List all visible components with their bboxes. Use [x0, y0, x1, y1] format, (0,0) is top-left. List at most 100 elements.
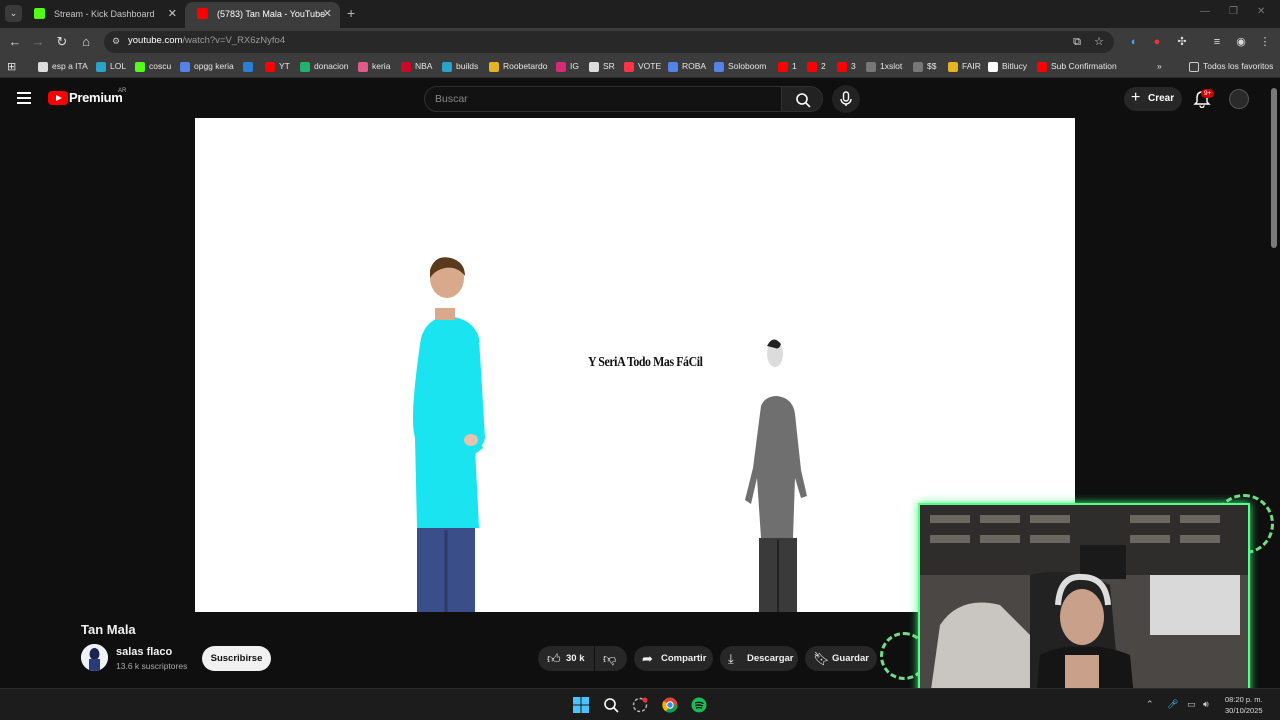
channel-name[interactable]: salas flaco	[116, 646, 172, 658]
bookmark-item[interactable]: YT	[265, 61, 290, 72]
bookmark-label: SR	[603, 61, 615, 71]
address-bar[interactable]: ⚙ youtube.com/watch?v=V_RX6zNyfo4 ⧉ ☆	[104, 31, 1114, 53]
bookmark-item[interactable]: keria	[358, 61, 390, 72]
reload-icon[interactable]: ↻	[54, 34, 70, 50]
bookmarks-overflow-icon[interactable]: »	[1157, 61, 1162, 71]
media-queue-icon[interactable]: ≡	[1210, 35, 1224, 49]
dislike-button[interactable]: 👎︎	[595, 646, 627, 671]
guide-menu-icon[interactable]	[17, 92, 31, 104]
bookmark-item[interactable]: 1	[778, 61, 797, 72]
tray-mic-icon[interactable]: 🎤︎	[1167, 699, 1178, 710]
bookmark-item[interactable]: 3	[837, 61, 856, 72]
bookmark-item[interactable]: ROBA	[668, 61, 706, 72]
chrome-icon[interactable]	[662, 697, 678, 713]
kick-favicon-icon	[34, 8, 45, 19]
back-arrow-icon[interactable]: ←	[7, 34, 23, 50]
download-icon: ⤓	[728, 651, 734, 666]
windows-start-icon[interactable]	[573, 697, 589, 713]
bookmark-item[interactable]: SR	[589, 61, 615, 72]
like-button[interactable]: 👍︎ 30 k	[538, 646, 594, 671]
extension-audio-icon[interactable]: ◖	[1126, 35, 1140, 49]
tray-volume-icon[interactable]: 🔊︎	[1203, 699, 1209, 710]
apps-grid-icon[interactable]: ⊞	[7, 60, 16, 73]
bookmark-item[interactable]: 2	[807, 61, 826, 72]
bookmark-star-icon[interactable]: ☆	[1092, 35, 1106, 49]
home-icon[interactable]: ⌂	[78, 34, 94, 50]
tab-kick-dashboard[interactable]: Stream - Kick Dashboard ✕	[22, 2, 185, 28]
subscribe-button[interactable]: Suscribirse	[202, 646, 271, 671]
site-info-icon[interactable]: ⚙	[112, 36, 124, 48]
bookmark-item[interactable]: NBA	[401, 61, 432, 72]
bookmark-favicon-icon	[265, 62, 275, 72]
extensions-puzzle-icon[interactable]: ✣	[1175, 35, 1189, 49]
bookmark-label: 3	[851, 61, 856, 71]
youtube-logo-icon[interactable]	[48, 91, 68, 105]
microphone-icon	[840, 91, 852, 106]
bookmark-label: $$	[927, 61, 937, 71]
country-code: AR	[118, 88, 127, 94]
thumbs-up-icon: 👍︎	[547, 651, 561, 666]
bookmark-label: opgg keria	[194, 61, 234, 71]
bookmark-item[interactable]: $$	[913, 61, 937, 72]
taskbar-app-icon[interactable]	[632, 697, 648, 713]
extension-red-icon[interactable]: ●	[1150, 35, 1164, 49]
bookmark-item[interactable]: VOTE	[624, 61, 662, 72]
bookmark-item[interactable]: esp a ITA	[38, 61, 88, 72]
bookmark-label: VOTE	[638, 61, 662, 71]
bookmark-item[interactable]: Sub Confirmation	[1037, 61, 1117, 72]
bookmark-favicon-icon	[243, 62, 253, 72]
tray-network-icon[interactable]: ▭	[1187, 699, 1196, 710]
voice-search-button[interactable]	[832, 85, 860, 113]
spotify-icon[interactable]	[691, 697, 707, 713]
maximize-icon[interactable]: ❐	[1229, 6, 1238, 17]
search-input[interactable]: Buscar	[424, 86, 782, 112]
page-scrollbar[interactable]	[1271, 88, 1277, 248]
bookmark-item[interactable]: Soloboom	[714, 61, 766, 72]
create-button[interactable]: + Crear	[1124, 87, 1182, 111]
bookmark-item[interactable]: FAIR	[948, 61, 981, 72]
taskbar-search-icon[interactable]	[603, 697, 619, 713]
tray-overflow-icon[interactable]: ⌃	[1146, 699, 1154, 710]
more-menu-icon[interactable]: ⋮	[1258, 35, 1272, 49]
bookmark-item[interactable]: IG	[556, 61, 579, 72]
new-tab-button[interactable]: +	[347, 5, 355, 21]
share-button[interactable]: ➦ Compartir	[634, 646, 713, 671]
all-bookmarks-folder[interactable]: Todos los favoritos	[1189, 61, 1273, 72]
youtube-brand[interactable]: Premium	[69, 90, 123, 105]
install-app-icon[interactable]: ⧉	[1070, 35, 1084, 49]
clock-time: 08:20 p. m.	[1225, 695, 1263, 704]
account-avatar[interactable]	[1229, 89, 1249, 109]
tab-search-menu-icon[interactable]: ⌄	[5, 5, 22, 22]
bookmark-item[interactable]: coscu	[135, 61, 171, 72]
webcam-scene	[920, 505, 1248, 693]
thumbs-down-icon: 👎︎	[603, 651, 617, 666]
profile-avatar-icon[interactable]: ◉	[1234, 35, 1248, 49]
bookmark-item[interactable]: LOL	[96, 61, 126, 72]
video-caption-text: Y SeriA Todo Mas FáCil	[588, 355, 703, 370]
bookmark-item[interactable]: donacion	[300, 61, 349, 72]
bookmark-item[interactable]: Bitlucy	[988, 61, 1027, 72]
tab-youtube[interactable]: (5783) Tan Mala - YouTube ✕	[185, 2, 340, 28]
bookmark-favicon-icon	[38, 62, 48, 72]
bookmark-favicon-icon	[668, 62, 678, 72]
download-button[interactable]: ⤓ Descargar	[720, 646, 798, 671]
system-clock[interactable]: 08:20 p. m. 30/10/2025	[1225, 694, 1263, 716]
bookmark-favicon-icon	[714, 62, 724, 72]
search-button[interactable]	[781, 86, 823, 112]
bookmark-item[interactable]: builds	[442, 61, 478, 72]
close-tab-icon[interactable]: ✕	[168, 2, 177, 26]
bookmark-favicon-icon	[135, 62, 145, 72]
plus-icon: +	[1131, 89, 1141, 106]
close-tab-icon[interactable]: ✕	[323, 2, 332, 26]
channel-subscribers: 13.6 k suscriptores	[116, 661, 188, 671]
save-button[interactable]: 🔖︎ Guardar	[805, 646, 877, 671]
minimize-icon[interactable]: —	[1200, 6, 1210, 17]
channel-avatar[interactable]	[81, 644, 108, 671]
notifications-badge: 9+	[1201, 89, 1215, 98]
bookmark-item[interactable]: Roobetardo	[489, 61, 547, 72]
bookmark-item[interactable]: 1xslot	[866, 61, 902, 72]
share-arrow-icon: ➦	[642, 651, 653, 666]
bookmark-item[interactable]: opgg keria	[180, 61, 234, 72]
forward-arrow-icon[interactable]: →	[30, 34, 46, 50]
close-window-icon[interactable]: ✕	[1257, 6, 1265, 17]
